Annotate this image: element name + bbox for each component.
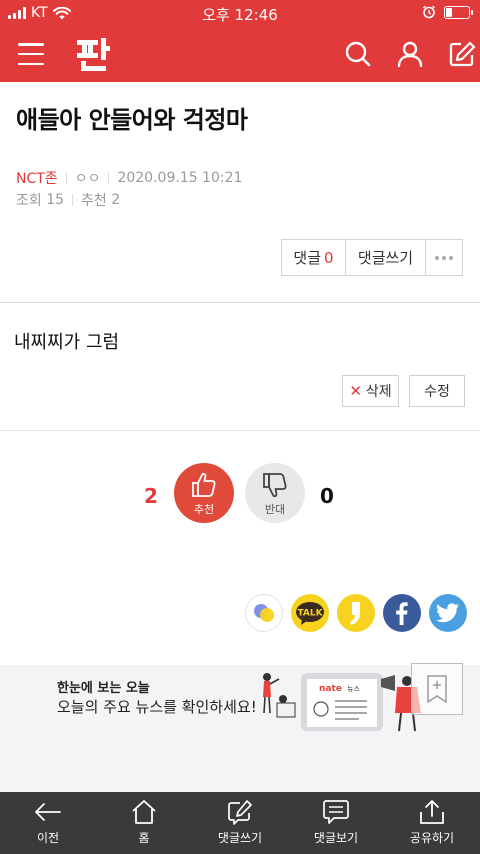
meta-divider [72, 194, 74, 206]
meta-divider [108, 172, 110, 184]
post-title: 애들아 안들어와 걱정마 [16, 106, 248, 134]
comment-count-button[interactable]: 댓글 0 [282, 240, 346, 275]
nav-write-comment-button[interactable]: 댓글쓰기 [192, 792, 288, 854]
share-upload-icon [420, 800, 444, 824]
post-nickname: ㅇㅇ [74, 171, 101, 187]
header-divider [0, 302, 480, 303]
post-body: 내찌찌가 그럼 [14, 332, 120, 353]
nav-write-comment-label: 댓글쓰기 [217, 831, 263, 845]
battery-icon [444, 5, 473, 19]
thumbs-up-icon [192, 472, 216, 497]
comment-list-icon [323, 800, 349, 824]
arrow-left-icon [35, 803, 61, 821]
post-action-group: 댓글 0 댓글쓰기 [281, 239, 463, 276]
views-label: 조회 [16, 193, 42, 209]
kakao-quote-icon [350, 602, 360, 625]
nav-view-comments-label: 댓글보기 [313, 831, 359, 845]
banner-brand: nate [319, 684, 342, 694]
facebook-icon [396, 602, 408, 625]
body-divider [0, 430, 480, 431]
thumbs-down-icon [263, 472, 287, 497]
upvote-count: 2 [144, 484, 158, 508]
kakao-story-icon [254, 604, 274, 622]
status-time: 오후 12:46 [202, 6, 278, 24]
nav-share-label: 공유하기 [409, 831, 455, 845]
upvote-button[interactable]: 추천 [174, 463, 234, 523]
share-kakao-button[interactable] [337, 594, 375, 632]
nav-back-label: 이전 [36, 831, 60, 845]
share-twitter-button[interactable] [429, 594, 467, 632]
pann-logo[interactable] [72, 34, 112, 74]
news-illustration: nate 뉴스 [263, 673, 421, 732]
share-kakao-talk-button[interactable]: TALK [291, 594, 329, 632]
more-options-icon[interactable] [426, 240, 462, 275]
downvote-label: 반대 [264, 502, 286, 516]
delete-label: 삭제 [365, 384, 392, 400]
post-category-link[interactable]: NCT존 [16, 168, 58, 188]
meta-divider [65, 172, 67, 184]
share-kakao-story-button[interactable] [245, 594, 283, 632]
banner-title: 한눈에 보는 오늘 [57, 681, 150, 696]
nav-home-button[interactable]: 홈 [96, 792, 192, 854]
nav-home-label: 홈 [138, 831, 150, 845]
kakao-talk-label: TALK [297, 609, 323, 619]
downvote-button[interactable]: 반대 [245, 463, 305, 523]
user-icon[interactable] [396, 40, 424, 68]
nav-share-button[interactable]: 공유하기 [384, 792, 480, 854]
banner-brand-sub: 뉴스 [347, 685, 360, 693]
post-meta-line1: NCT존 ㅇㅇ 2020.09.15 10:21 [16, 168, 242, 188]
delete-x-icon: ✕ [349, 382, 362, 400]
twitter-icon [436, 603, 459, 623]
post-date: 2020.09.15 10:21 [117, 170, 243, 186]
bottom-nav: 이전 홈 댓글쓰기 댓글보기 공유하기 [0, 792, 480, 854]
share-facebook-button[interactable] [383, 594, 421, 632]
blank-ad-area [0, 735, 480, 792]
edit-button[interactable]: 수정 [409, 375, 465, 407]
home-icon [132, 800, 156, 824]
alarm-icon [422, 5, 436, 19]
delete-button[interactable]: ✕ 삭제 [342, 375, 399, 407]
comment-count: 0 [324, 248, 334, 267]
nav-back-button[interactable]: 이전 [0, 792, 96, 854]
recommend-count: 2 [111, 192, 121, 208]
nate-news-banner[interactable]: 한눈에 보는 오늘 오늘의 주요 뉴스를 확인하세요! nate 뉴스 [0, 665, 480, 735]
post-meta-line2: 조회 15 추천 2 [16, 190, 120, 210]
bookmark-plus-icon [427, 675, 447, 703]
menu-icon[interactable] [18, 43, 44, 65]
pencil-comment-icon [228, 800, 252, 825]
status-right [422, 5, 473, 19]
comment-label: 댓글 [293, 249, 322, 267]
recommend-label: 추천 [81, 193, 107, 209]
upvote-label: 추천 [193, 502, 215, 516]
status-bar: KT 오후 12:46 [0, 0, 480, 26]
kakao-talk-icon: TALK [296, 602, 324, 625]
write-comment-button[interactable]: 댓글쓰기 [346, 240, 426, 275]
views-count: 15 [46, 192, 65, 208]
search-icon[interactable] [344, 40, 372, 68]
app-header [0, 26, 480, 82]
downvote-count: 0 [320, 484, 334, 508]
banner-subtitle: 오늘의 주요 뉴스를 확인하세요! [57, 698, 257, 716]
bookmark-add-button[interactable] [411, 663, 463, 715]
write-post-icon[interactable] [448, 40, 476, 68]
nav-view-comments-button[interactable]: 댓글보기 [288, 792, 384, 854]
